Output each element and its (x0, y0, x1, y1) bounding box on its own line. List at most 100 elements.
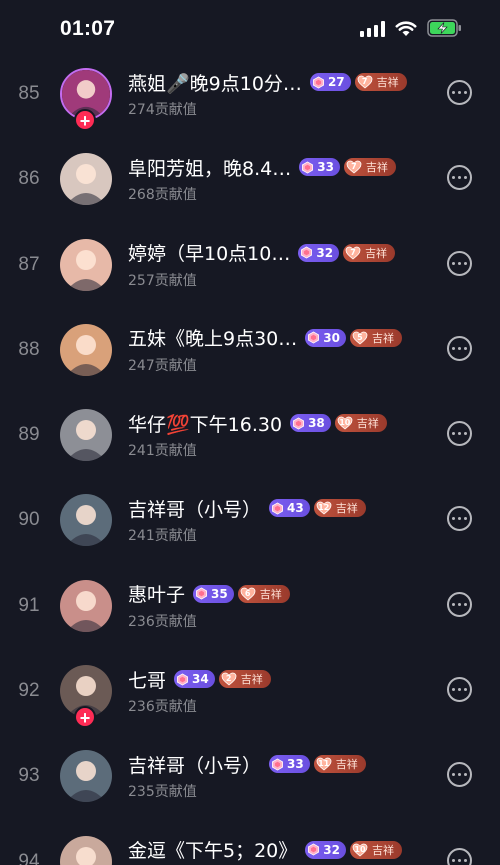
heart-icon: 6 (240, 587, 256, 601)
user-name: 华仔💯下午16.30 (128, 413, 283, 436)
ranking-row[interactable]: 94 金逗《下午5；20》 32 10 吉祥 (0, 821, 500, 865)
fan-club-badge: 5 吉祥 (349, 328, 402, 347)
user-level: 27 (327, 75, 345, 89)
gem-icon (177, 673, 188, 686)
gem-icon (272, 758, 283, 771)
user-avatar[interactable] (60, 238, 112, 291)
heart-icon: 7 (345, 246, 361, 260)
avatar-image (60, 238, 112, 291)
ranking-row[interactable]: 92 + 七哥 34 2 吉祥 236贡献值 (0, 650, 500, 735)
more-options-icon[interactable] (447, 250, 472, 276)
user-avatar[interactable] (60, 494, 112, 547)
more-options-icon[interactable] (447, 506, 472, 532)
name-line: 吉祥哥（小号） 33 11 吉祥 (128, 750, 430, 778)
contribution-score: 274贡献值 (128, 102, 197, 118)
rank-number: 92 (18, 680, 40, 702)
fan-level: 6 (244, 588, 251, 598)
ranking-row[interactable]: 89 华仔💯下午16.30 38 10 吉祥 241贡献值 (0, 394, 500, 479)
follow-plus-button[interactable]: + (74, 109, 96, 131)
more-options-icon[interactable] (447, 762, 472, 788)
ranking-row[interactable]: 85 + 燕姐🎤晚9点10分… 27 7 吉祥 274贡献值 (0, 53, 500, 138)
fan-level: 7 (350, 247, 356, 257)
user-avatar[interactable] (60, 323, 112, 376)
rank-number: 90 (18, 509, 40, 531)
avatar-image (60, 494, 112, 547)
user-info: 五妹《晚上9点30… 30 5 吉祥 247贡献值 (128, 324, 430, 375)
ranking-row[interactable]: 93 吉祥哥（小号） 33 11 吉祥 235贡献值 (0, 735, 500, 820)
user-info: 燕姐🎤晚9点10分… 27 7 吉祥 274贡献值 (128, 68, 430, 119)
fan-club-label: 吉祥 (259, 587, 282, 601)
user-avatar[interactable] (60, 835, 112, 865)
gem-icon (196, 587, 207, 600)
name-line: 吉祥哥（小号） 43 12 吉祥 (128, 494, 430, 522)
ranking-row[interactable]: 91 惠叶子 35 6 吉祥 236贡献值 (0, 565, 500, 650)
status-bar: 01:07 (0, 0, 500, 58)
rank-number: 87 (18, 253, 40, 275)
user-avatar[interactable] (60, 153, 112, 206)
user-level-badge: 27 (309, 73, 351, 91)
user-name: 燕姐🎤晚9点10分… (128, 72, 302, 95)
more-options-icon[interactable] (447, 80, 472, 105)
rank-number: 86 (18, 168, 40, 190)
avatar-image (60, 579, 112, 632)
fan-club-label: 吉祥 (335, 502, 358, 516)
user-info: 华仔💯下午16.30 38 10 吉祥 241贡献值 (128, 409, 430, 460)
fan-club-badge: 7 吉祥 (354, 73, 407, 91)
fan-club-label: 吉祥 (356, 417, 379, 431)
user-level: 32 (323, 842, 340, 857)
ranking-row[interactable]: 87 婷婷（早10点10… 32 7 吉祥 257贡献值 (0, 224, 500, 309)
name-line: 阜阳芳姐，晚8.4… 33 7 吉祥 (128, 153, 430, 181)
more-options-icon[interactable] (447, 335, 472, 361)
more-options-icon[interactable] (447, 165, 472, 191)
heart-icon: 5 (352, 331, 368, 345)
fan-level: 12 (318, 503, 330, 513)
avatar-image (60, 750, 112, 803)
more-options-icon[interactable] (447, 677, 472, 703)
rank-number: 94 (18, 850, 40, 865)
follow-plus-button[interactable]: + (74, 706, 96, 729)
gem-icon (293, 417, 305, 430)
rank-number: 91 (18, 594, 40, 616)
more-options-icon[interactable] (447, 591, 472, 617)
user-level-badge: 34 (174, 670, 215, 689)
gem-icon (312, 75, 324, 89)
user-info: 金逗《下午5；20》 32 10 吉祥 (128, 836, 430, 865)
ranking-row[interactable]: 86 阜阳芳姐，晚8.4… 33 7 吉祥 268贡献值 (0, 138, 500, 223)
fan-club-label: 吉祥 (376, 76, 399, 89)
name-line: 七哥 34 2 吉祥 (128, 665, 430, 693)
fan-club-badge: 6 吉祥 (237, 584, 290, 603)
gem-icon (272, 502, 283, 515)
user-info: 吉祥哥（小号） 33 11 吉祥 235贡献值 (128, 750, 430, 801)
heart-icon: 7 (346, 160, 362, 174)
user-name: 吉祥哥（小号） (128, 754, 262, 777)
fan-club-label: 吉祥 (240, 673, 263, 687)
fan-club-badge: 12 吉祥 (313, 499, 366, 518)
fan-level: 7 (361, 77, 368, 86)
user-name: 惠叶子 (128, 584, 186, 607)
user-avatar[interactable] (60, 579, 112, 632)
contribution-score: 236贡献值 (128, 613, 197, 630)
user-avatar[interactable] (60, 409, 112, 462)
user-level-badge: 43 (269, 499, 310, 518)
ranking-row[interactable]: 88 五妹《晚上9点30… 30 5 吉祥 247贡献值 (0, 309, 500, 394)
user-level: 34 (192, 672, 209, 687)
ranking-row[interactable]: 90 吉祥哥（小号） 43 12 吉祥 241贡献值 (0, 479, 500, 564)
user-info: 婷婷（早10点10… 32 7 吉祥 257贡献值 (128, 239, 430, 290)
more-options-icon[interactable] (447, 421, 472, 447)
fan-club-label: 吉祥 (371, 331, 394, 345)
heart-icon: 11 (316, 757, 332, 771)
status-icons (360, 19, 462, 37)
user-avatar[interactable] (60, 750, 112, 803)
contribution-score: 257贡献值 (128, 272, 197, 289)
contribution-score: 241贡献值 (128, 528, 197, 545)
more-options-icon[interactable] (447, 847, 472, 865)
contribution-ranking-list[interactable]: 85 + 燕姐🎤晚9点10分… 27 7 吉祥 274贡献值 86 阜阳芳姐，晚… (0, 53, 500, 865)
user-name: 七哥 (128, 669, 167, 692)
user-level: 33 (317, 160, 334, 175)
avatar-image (60, 153, 112, 206)
gem-icon (301, 246, 313, 259)
user-level: 38 (308, 416, 325, 431)
user-level: 43 (287, 501, 304, 516)
avatar-image (60, 409, 112, 462)
user-level-badge: 32 (298, 243, 340, 262)
